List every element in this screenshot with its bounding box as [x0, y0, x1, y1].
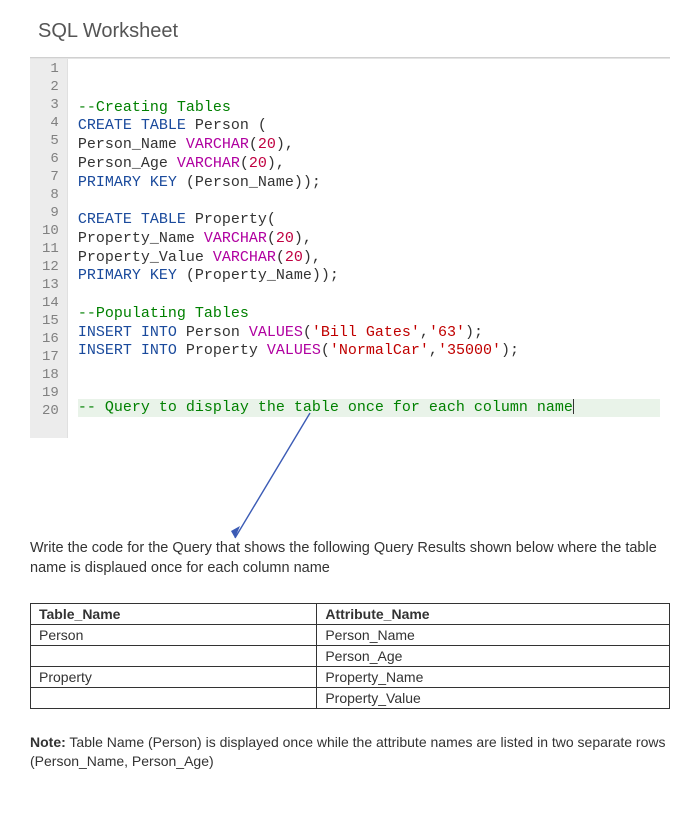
table-cell: Property_Name	[317, 666, 670, 687]
line-number: 5	[42, 133, 59, 151]
code-line[interactable]	[78, 80, 660, 99]
code-line[interactable]	[78, 286, 660, 305]
table-cell: Person	[31, 624, 317, 645]
table-cell: Person_Name	[317, 624, 670, 645]
line-gutter: 1234567891011121314151617181920	[30, 59, 68, 438]
line-number: 17	[42, 349, 59, 367]
table-row: Person_Age	[31, 645, 670, 666]
line-number: 9	[42, 205, 59, 223]
table-header: Table_Name	[31, 603, 317, 624]
code-line[interactable]	[78, 380, 660, 399]
table-cell	[31, 687, 317, 708]
note-label: Note:	[30, 734, 66, 750]
code-line[interactable]	[78, 361, 660, 380]
line-number: 2	[42, 79, 59, 97]
code-line[interactable]: INSERT INTO Person VALUES('Bill Gates','…	[78, 324, 660, 343]
line-number: 19	[42, 385, 59, 403]
line-number: 15	[42, 313, 59, 331]
table-row: Property_Value	[31, 687, 670, 708]
pointer-arrow	[60, 438, 670, 538]
code-line[interactable]: PRIMARY KEY (Person_Name));	[78, 174, 660, 193]
note-paragraph: Note: Table Name (Person) is displayed o…	[30, 733, 670, 772]
code-line[interactable]: INSERT INTO Property VALUES('NormalCar',…	[78, 342, 660, 361]
line-number: 20	[42, 403, 59, 421]
line-number: 12	[42, 259, 59, 277]
line-number: 3	[42, 97, 59, 115]
code-line[interactable]	[78, 61, 660, 80]
note-text: Table Name (Person) is displayed once wh…	[30, 734, 666, 770]
table-cell: Property	[31, 666, 317, 687]
table-row: PersonPerson_Name	[31, 624, 670, 645]
code-line[interactable]: CREATE TABLE Person (	[78, 117, 660, 136]
code-line[interactable]	[78, 192, 660, 211]
code-line[interactable]: CREATE TABLE Property(	[78, 211, 660, 230]
table-row: PropertyProperty_Name	[31, 666, 670, 687]
code-line[interactable]: Property_Name VARCHAR(20),	[78, 230, 660, 249]
code-line[interactable]: Person_Name VARCHAR(20),	[78, 136, 660, 155]
code-line[interactable]: Person_Age VARCHAR(20),	[78, 155, 660, 174]
line-number: 18	[42, 367, 59, 385]
line-number: 11	[42, 241, 59, 259]
page-title: SQL Worksheet	[38, 20, 670, 43]
line-number: 4	[42, 115, 59, 133]
table-cell: Person_Age	[317, 645, 670, 666]
line-number: 16	[42, 331, 59, 349]
code-line[interactable]: --Creating Tables	[78, 99, 660, 118]
line-number: 14	[42, 295, 59, 313]
sql-editor[interactable]: 1234567891011121314151617181920 --Creati…	[30, 58, 670, 438]
table-cell	[31, 645, 317, 666]
code-line[interactable]: PRIMARY KEY (Property_Name));	[78, 267, 660, 286]
line-number: 6	[42, 151, 59, 169]
table-header: Attribute_Name	[317, 603, 670, 624]
table-cell: Property_Value	[317, 687, 670, 708]
line-number: 8	[42, 187, 59, 205]
line-number: 7	[42, 169, 59, 187]
code-line[interactable]: Property_Value VARCHAR(20),	[78, 249, 660, 268]
expected-result-table: Table_NameAttribute_Name PersonPerson_Na…	[30, 603, 670, 709]
code-line[interactable]: --Populating Tables	[78, 305, 660, 324]
line-number: 10	[42, 223, 59, 241]
text-cursor	[573, 399, 574, 414]
line-number: 1	[42, 61, 59, 79]
code-area[interactable]: --Creating TablesCREATE TABLE Person (Pe…	[68, 59, 670, 438]
line-number: 13	[42, 277, 59, 295]
